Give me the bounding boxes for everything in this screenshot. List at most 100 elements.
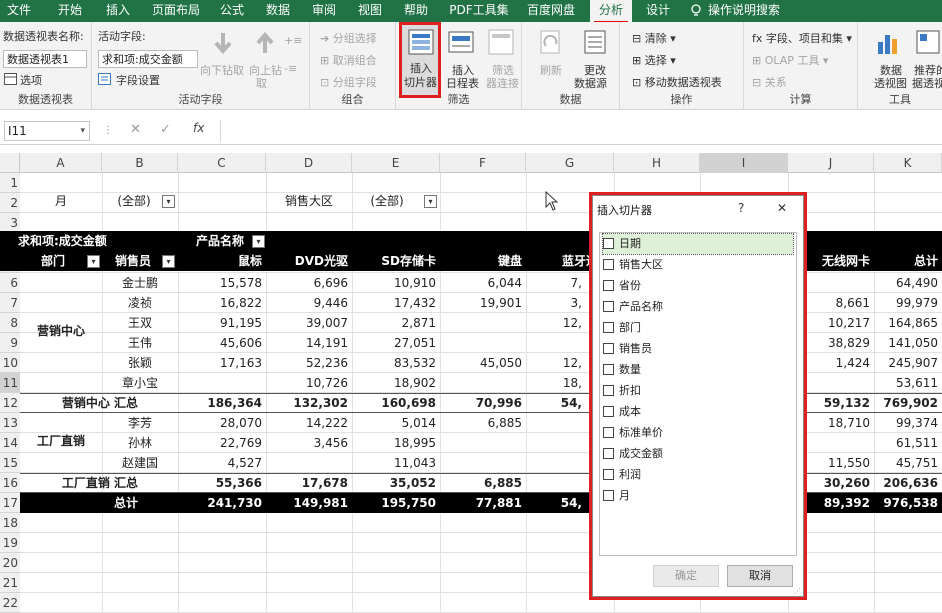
value-cell[interactable]: 54,	[526, 393, 586, 413]
column-header-A[interactable]: A	[20, 153, 102, 173]
slicer-field-option[interactable]: 折扣	[603, 381, 641, 401]
column-filter-dropdown-icon[interactable]: ▾	[252, 235, 265, 248]
row-header[interactable]: 2	[0, 193, 20, 213]
row-header[interactable]: 16	[0, 473, 20, 493]
row-header[interactable]: 12	[0, 393, 20, 413]
row-header[interactable]: 1	[0, 173, 20, 193]
value-cell[interactable]	[178, 373, 266, 393]
value-cell[interactable]: 245,907	[874, 353, 942, 373]
active-field-input[interactable]: 求和项:成交金额	[98, 50, 198, 68]
row-header[interactable]: 11	[0, 373, 20, 393]
slicer-field-option[interactable]: 数量	[603, 360, 641, 380]
value-cell[interactable]: 14,191	[266, 333, 352, 353]
value-cell[interactable]: 64,490	[874, 273, 942, 293]
value-cell[interactable]: 54,	[526, 493, 586, 513]
value-cell[interactable]: 18,995	[352, 433, 440, 453]
checkbox-icon[interactable]	[603, 426, 614, 438]
drill-up-label-2[interactable]: 取	[256, 75, 267, 91]
value-cell[interactable]	[526, 413, 586, 433]
expand-field-icon[interactable]: +≡	[284, 34, 302, 47]
person-filter-dropdown-icon[interactable]: ▾	[162, 255, 175, 268]
column-header-I[interactable]: I	[700, 153, 788, 173]
slicer-field-option[interactable]: 成交金额	[603, 444, 663, 464]
value-cell[interactable]: 141,050	[874, 333, 942, 353]
resize-grip-icon[interactable]: ⋰	[794, 587, 801, 595]
checkbox-icon[interactable]	[603, 489, 614, 501]
value-cell[interactable]: 18,	[526, 373, 586, 393]
insert-timeline-label-2[interactable]: 日程表	[446, 75, 479, 91]
value-cell[interactable]: 99,979	[874, 293, 942, 313]
value-cell[interactable]	[440, 373, 526, 393]
ungroup-button[interactable]: ⊞ 取消组合	[320, 52, 377, 68]
slicer-field-option[interactable]: 月	[603, 486, 630, 506]
slicer-field-option[interactable]: 产品名称	[603, 297, 663, 317]
filter-region-dropdown-icon[interactable]: ▾	[424, 195, 437, 208]
select-all-corner[interactable]	[0, 153, 20, 173]
cancel-button[interactable]: 取消	[727, 565, 793, 587]
insert-slicer-button[interactable]: 插入 切片器	[402, 25, 438, 95]
value-cell[interactable]: 164,865	[874, 313, 942, 333]
checkbox-icon[interactable]	[603, 237, 614, 249]
slicer-field-option[interactable]: 标准单价	[603, 423, 663, 443]
row-header[interactable]: 17	[0, 493, 20, 513]
value-cell[interactable]: 12,	[526, 313, 586, 333]
tab-pdf-tools[interactable]: PDF工具集	[446, 0, 512, 22]
olap-tools-button[interactable]: ⊞ OLAP 工具 ▾	[752, 52, 828, 68]
close-icon[interactable]: ✕	[777, 201, 787, 215]
column-header-J[interactable]: J	[788, 153, 874, 173]
value-cell[interactable]: 28,070	[178, 413, 266, 433]
checkbox-icon[interactable]	[603, 384, 614, 396]
row-header[interactable]: 22	[0, 593, 20, 613]
tab-review[interactable]: 审阅	[306, 0, 342, 22]
column-header-F[interactable]: F	[440, 153, 526, 173]
formula-input[interactable]	[220, 120, 938, 142]
value-cell[interactable]: 45,606	[178, 333, 266, 353]
value-cell[interactable]: 976,538	[874, 493, 942, 513]
options-button[interactable]: 选项	[20, 72, 42, 88]
insert-function-icon[interactable]: fx	[193, 121, 204, 135]
help-icon[interactable]: ?	[738, 201, 744, 215]
value-cell[interactable]	[440, 433, 526, 453]
value-cell[interactable]: 45,751	[874, 453, 942, 473]
value-cell[interactable]: 7,	[526, 273, 586, 293]
row-header[interactable]: 8	[0, 313, 20, 333]
tab-formulas[interactable]: 公式	[214, 0, 250, 22]
slicer-field-option[interactable]: 销售员	[603, 339, 652, 359]
tab-insert[interactable]: 插入	[100, 0, 136, 22]
filter-region-value[interactable]: (全部)	[352, 191, 422, 211]
value-cell[interactable]: 61,511	[874, 433, 942, 453]
drill-down-button[interactable]: 向下钻取	[200, 62, 244, 78]
relationships-button[interactable]: ⊟ 关系	[752, 74, 787, 90]
row-header[interactable]: 19	[0, 533, 20, 553]
value-cell[interactable]: 6,044	[440, 273, 526, 293]
value-cell[interactable]: 186,364	[178, 393, 266, 413]
row-header[interactable]: 3	[0, 213, 20, 233]
refresh-button[interactable]: 刷新	[540, 62, 562, 78]
row-header[interactable]: 18	[0, 513, 20, 533]
row-header[interactable]: 14	[0, 433, 20, 453]
value-cell[interactable]: 132,302	[266, 393, 352, 413]
tab-page-layout[interactable]: 页面布局	[148, 0, 204, 22]
value-cell[interactable]: 12,	[526, 353, 586, 373]
field-settings-button[interactable]: 字段设置	[116, 72, 160, 88]
tab-help[interactable]: 帮助	[398, 0, 434, 22]
value-cell[interactable]: 769,902	[874, 393, 942, 413]
value-cell[interactable]: 17,163	[178, 353, 266, 373]
value-cell[interactable]: 70,996	[440, 393, 526, 413]
slicer-field-option[interactable]: 成本	[603, 402, 641, 422]
slicer-field-option[interactable]: 部门	[603, 318, 641, 338]
value-cell[interactable]: 53,611	[874, 373, 942, 393]
slicer-field-option[interactable]: 省份	[603, 276, 641, 296]
tell-me-search[interactable]: 操作说明搜索	[708, 0, 784, 22]
cancel-icon[interactable]: ✕	[130, 122, 141, 137]
row-header[interactable]: 13	[0, 413, 20, 433]
checkbox-icon[interactable]	[603, 279, 614, 291]
value-cell[interactable]: 19,901	[440, 293, 526, 313]
value-cell[interactable]: 10,910	[352, 273, 440, 293]
value-cell[interactable]: 27,051	[352, 333, 440, 353]
slicer-field-option[interactable]: 利润	[603, 465, 641, 485]
value-cell[interactable]: 35,052	[352, 473, 440, 493]
row-header[interactable]: 15	[0, 453, 20, 473]
value-cell[interactable]	[440, 333, 526, 353]
value-cell[interactable]: 55,366	[178, 473, 266, 493]
